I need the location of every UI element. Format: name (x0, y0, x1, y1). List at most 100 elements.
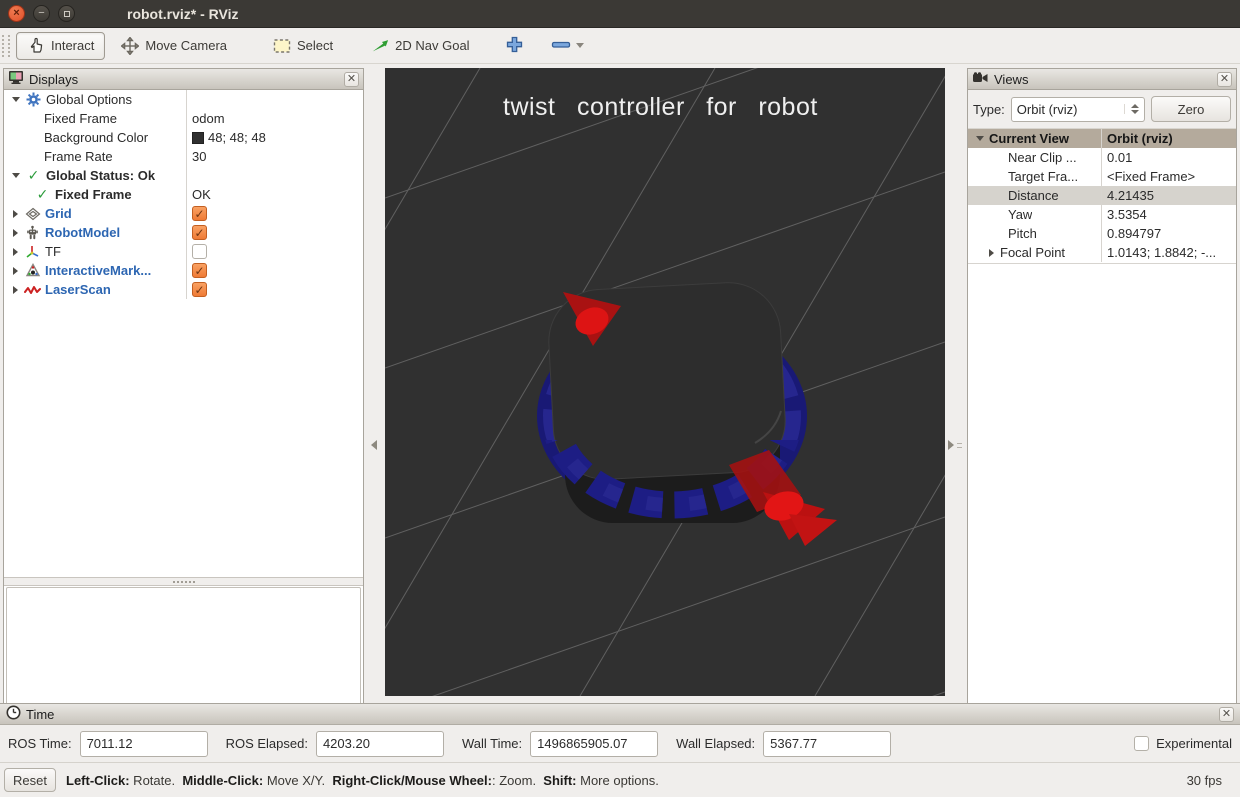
expander-icon[interactable] (13, 286, 18, 294)
tree-row-global-status[interactable]: ✓ Global Status: Ok (4, 166, 363, 185)
row-value[interactable]: 1.0143; 1.8842; -... (1107, 245, 1216, 260)
ros-time-field: ROS Time: (8, 731, 208, 757)
row-label: Target Fra... (1008, 169, 1078, 184)
displays-close-icon[interactable]: ✕ (344, 72, 359, 87)
row-label: Grid (45, 206, 72, 221)
window-close-icon[interactable]: × (8, 5, 25, 22)
spinner-icons (1124, 104, 1139, 114)
tree-row-global-options[interactable]: Global Options (4, 90, 363, 109)
expander-icon[interactable] (13, 210, 18, 218)
select-tool-button[interactable]: Select (263, 33, 343, 59)
panel-splitter[interactable] (4, 577, 363, 586)
ros-elapsed-field: ROS Elapsed: (226, 731, 444, 757)
checkbox-unchecked[interactable] (192, 244, 207, 259)
expander-icon[interactable] (13, 267, 18, 275)
checkbox-checked[interactable] (192, 206, 207, 221)
wall-elapsed-label: Wall Elapsed: (676, 736, 755, 751)
reset-button[interactable]: Reset (4, 768, 56, 792)
row-value[interactable]: 0.01 (1107, 150, 1132, 165)
rviz-window: × − robot.rviz* - RViz Interact Move Cam… (0, 0, 1240, 797)
collapse-right-panel-icon[interactable] (948, 432, 962, 458)
row-value[interactable]: 48; 48; 48 (208, 130, 266, 145)
tree-row-background-color[interactable]: Background Color 48; 48; 48 (4, 128, 363, 147)
tree-row-robot-model[interactable]: RobotModel (4, 223, 363, 242)
wall-time-label: Wall Time: (462, 736, 522, 751)
viewport-overlay-text: twist controller for robot (503, 93, 818, 121)
checkbox-checked[interactable] (192, 263, 207, 278)
main-area: Displays ✕ Global Options Fixed Frame od… (0, 64, 1240, 703)
tree-row-frame-rate[interactable]: Frame Rate 30 (4, 147, 363, 166)
tree-row-distance[interactable]: Distance 4.21435 (968, 186, 1236, 205)
time-panel-header[interactable]: Time ✕ (0, 704, 1240, 725)
expander-icon[interactable] (13, 248, 18, 256)
ros-elapsed-label: ROS Elapsed: (226, 736, 308, 751)
checkbox-checked[interactable] (192, 225, 207, 240)
wall-time-input[interactable] (530, 731, 658, 757)
row-value: OK (192, 187, 211, 202)
expander-icon[interactable] (13, 229, 18, 237)
window-minimize-icon[interactable]: − (33, 5, 50, 22)
move-camera-tool-button[interactable]: Move Camera (111, 33, 237, 59)
tree-row-focal-point[interactable]: Focal Point 1.0143; 1.8842; -... (968, 243, 1236, 262)
time-panel-title: Time (26, 707, 54, 722)
row-label: RobotModel (45, 225, 120, 240)
zero-button[interactable]: Zero (1151, 96, 1231, 122)
view-type-select[interactable]: Orbit (rviz) (1011, 97, 1145, 122)
views-panel-header[interactable]: Views ✕ (968, 69, 1236, 90)
time-close-icon[interactable]: ✕ (1219, 707, 1234, 722)
row-value[interactable]: 4.21435 (1107, 188, 1154, 203)
expander-icon[interactable] (12, 97, 20, 102)
tree-row-grid[interactable]: Grid (4, 204, 363, 223)
collapse-left-panel-icon[interactable] (371, 432, 385, 458)
check-icon: ✓ (25, 168, 42, 184)
tree-row-fixed-frame[interactable]: Fixed Frame odom (4, 109, 363, 128)
chevron-down-icon[interactable] (576, 43, 584, 48)
tree-row-current-view[interactable]: Current View Orbit (rviz) (968, 129, 1236, 148)
wall-elapsed-input[interactable] (763, 731, 891, 757)
ros-time-input[interactable] (80, 731, 208, 757)
row-value[interactable]: 0.894797 (1107, 226, 1161, 241)
tree-row-pitch[interactable]: Pitch 0.894797 (968, 224, 1236, 243)
tree-row-fixed-frame-status[interactable]: ✓ Fixed Frame OK (4, 185, 363, 204)
row-label: Fixed Frame (55, 187, 132, 202)
scene-canvas[interactable]: twist controller for robot (385, 68, 945, 696)
row-value[interactable]: 3.5354 (1107, 207, 1147, 222)
tree-row-target-frame[interactable]: Target Fra... <Fixed Frame> (968, 167, 1236, 186)
remove-tool-button[interactable] (551, 36, 584, 56)
checkbox-checked[interactable] (192, 282, 207, 297)
views-close-icon[interactable]: ✕ (1217, 72, 1232, 87)
tree-row-near-clip[interactable]: Near Clip ... 0.01 (968, 148, 1236, 167)
check-icon: ✓ (34, 187, 51, 203)
title-bar: × − robot.rviz* - RViz (0, 0, 1240, 28)
tree-row-interactive-markers[interactable]: InteractiveMark... (4, 261, 363, 280)
tree-row-laser-scan[interactable]: LaserScan (4, 280, 363, 299)
status-bar: Reset Left-Click: Rotate. Middle-Click: … (0, 762, 1240, 797)
row-value[interactable]: <Fixed Frame> (1107, 169, 1195, 184)
expander-icon[interactable] (976, 136, 984, 141)
row-value[interactable]: 30 (192, 149, 206, 164)
selection-box-icon (273, 37, 291, 55)
displays-tree: Global Options Fixed Frame odom Backgrou… (4, 90, 363, 577)
row-label: TF (45, 244, 61, 259)
views-panel-title: Views (994, 72, 1028, 87)
expander-icon[interactable] (12, 173, 20, 178)
displays-panel-header[interactable]: Displays ✕ (4, 69, 363, 90)
tree-row-tf[interactable]: TF (4, 242, 363, 261)
checkbox-unchecked[interactable] (1134, 736, 1149, 751)
experimental-toggle[interactable]: Experimental (1134, 736, 1232, 751)
tree-row-yaw[interactable]: Yaw 3.5354 (968, 205, 1236, 224)
window-title: robot.rviz* - RViz (127, 6, 239, 22)
expander-icon[interactable] (989, 249, 994, 257)
row-value[interactable]: odom (192, 111, 225, 126)
row-label: Frame Rate (44, 149, 113, 164)
add-tool-button[interactable] (506, 36, 523, 56)
render-viewport[interactable]: twist controller for robot (385, 68, 945, 696)
nav-goal-tool-button[interactable]: 2D Nav Goal (361, 33, 479, 59)
ros-time-label: ROS Time: (8, 736, 72, 751)
interact-tool-button[interactable]: Interact (16, 32, 105, 60)
toolbar-grip[interactable] (2, 35, 10, 57)
ros-elapsed-input[interactable] (316, 731, 444, 757)
row-label: Global Status: Ok (46, 168, 155, 183)
window-maximize-icon[interactable] (58, 5, 75, 22)
row-label: Fixed Frame (44, 111, 117, 126)
